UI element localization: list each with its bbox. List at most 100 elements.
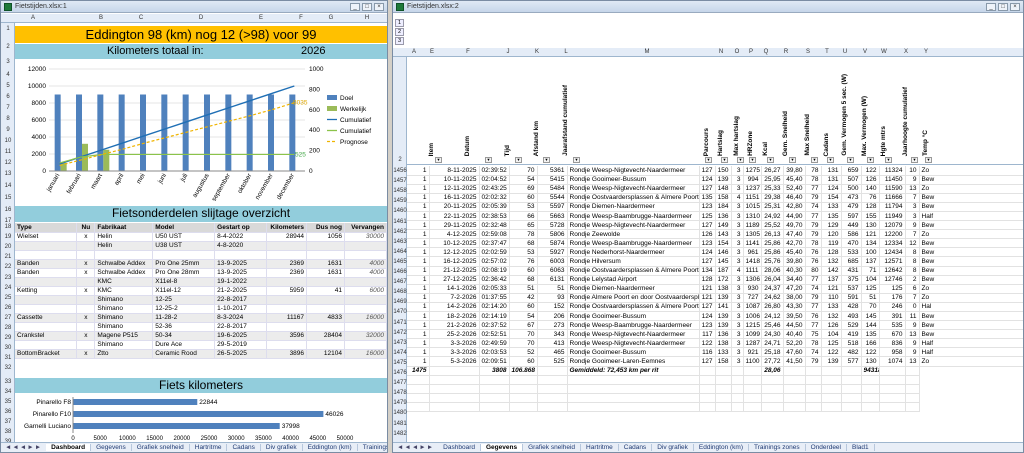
row-header-35[interactable]: 35 xyxy=(1,399,15,405)
column-header-G[interactable]: G xyxy=(321,15,341,21)
grid-cell[interactable]: Bew xyxy=(919,220,1023,231)
row-header-8[interactable]: 8 xyxy=(1,116,15,122)
grid-cell[interactable]: 3 xyxy=(731,229,744,240)
grid-cell[interactable]: 958 xyxy=(879,347,906,358)
grid-cell[interactable]: 1087 xyxy=(743,302,762,313)
parts-cell[interactable] xyxy=(344,241,387,251)
row-header-30[interactable]: 30 xyxy=(1,345,15,351)
grid-cell[interactable]: 78 xyxy=(509,229,538,240)
parts-cell[interactable]: Helin xyxy=(94,232,154,242)
parts-cell[interactable]: Gestart op xyxy=(214,223,268,233)
grid-cell[interactable]: 12200 xyxy=(879,229,906,240)
grid-cell[interactable] xyxy=(715,384,732,394)
grid-cell[interactable]: 1 xyxy=(407,247,430,258)
grid-cell[interactable]: 126 xyxy=(861,175,880,185)
grid-cell[interactable]: 3 xyxy=(731,302,744,313)
parts-cell[interactable]: 2369 xyxy=(266,259,308,269)
grid-cell[interactable]: 02:43:25 xyxy=(479,184,510,194)
grid-cell[interactable]: 685 xyxy=(841,256,862,267)
grid-cell[interactable]: 20-11-2025 xyxy=(429,202,480,212)
grid-cell[interactable]: Zo xyxy=(919,184,1023,194)
grid-cell[interactable]: 127 xyxy=(699,356,716,367)
grid-cell[interactable] xyxy=(879,402,906,413)
grid-cell[interactable]: 39,80 xyxy=(783,166,806,176)
parts-cell[interactable] xyxy=(344,340,387,350)
parts-cell[interactable]: 41 xyxy=(306,286,345,296)
grid-cell[interactable]: 02:14:19 xyxy=(479,311,510,322)
sheet-tab[interactable]: Cadans xyxy=(227,444,261,451)
parts-cell[interactable]: 19-6-2025 xyxy=(214,331,268,341)
column-header-S[interactable]: S xyxy=(797,49,819,55)
grid-cell[interactable]: 134 xyxy=(699,266,716,276)
grid-cell[interactable]: 1 xyxy=(407,275,430,285)
grid-cell[interactable]: 02:37:47 xyxy=(479,238,510,249)
parts-cell[interactable]: KMC xyxy=(94,277,154,287)
grid-cell[interactable] xyxy=(699,375,716,385)
grid-cell[interactable]: 70 xyxy=(509,166,538,176)
grid-cell[interactable]: 11949 xyxy=(879,211,906,222)
row-header-33[interactable]: 33 xyxy=(1,379,15,385)
grid-cell[interactable]: Rondje Weesp-Baambrugge-Naardermeer xyxy=(567,238,700,249)
grid-cell[interactable]: Rondje Weesp-Nigtevecht-Naardermeer xyxy=(567,220,700,231)
grid-cell[interactable] xyxy=(905,402,920,413)
grid-cell[interactable] xyxy=(805,384,822,394)
grid-cell[interactable]: 921 xyxy=(743,347,762,358)
grid-cell[interactable]: 9 xyxy=(905,175,920,185)
grid-cell[interactable] xyxy=(805,402,822,413)
grid-cell[interactable]: 431 xyxy=(841,266,862,276)
grid-cell[interactable]: 1 xyxy=(407,220,430,231)
grid-cell[interactable]: Rondje Weesp-Nigtevecht-Naardermeer xyxy=(567,338,700,349)
grid-cell[interactable]: 246 xyxy=(879,302,906,313)
row-header-5[interactable]: 5 xyxy=(1,83,15,89)
grid-cell[interactable]: 16-12-2025 xyxy=(429,256,480,267)
grid-cell[interactable]: 137 xyxy=(821,275,842,285)
grid-cell[interactable]: 02:08:19 xyxy=(479,266,510,276)
grid-cell[interactable]: 12571 xyxy=(879,256,906,267)
grid-cell[interactable]: 77 xyxy=(805,302,822,313)
grid-cell[interactable]: 391 xyxy=(879,311,906,322)
grid-cell[interactable] xyxy=(715,402,732,413)
sheet-tab[interactable]: Trainings zones xyxy=(749,444,806,451)
row-header-1481[interactable]: 1481 xyxy=(393,421,407,427)
row-header-1460[interactable]: 1460 xyxy=(393,208,407,214)
parts-cell[interactable]: Banden xyxy=(15,268,78,278)
grid-cell[interactable]: 79 xyxy=(805,193,822,203)
grid-cell[interactable]: 25,86 xyxy=(761,247,784,258)
row-header-1479[interactable]: 1479 xyxy=(393,400,407,406)
grid-cell[interactable]: 1 xyxy=(407,238,430,249)
grid-cell[interactable]: 134 xyxy=(861,238,880,249)
grid-cell[interactable]: 02:57:02 xyxy=(479,256,510,267)
parts-cell[interactable] xyxy=(15,277,78,287)
grid-cell[interactable]: 02:02:32 xyxy=(479,193,510,203)
row-header-1462[interactable]: 1462 xyxy=(393,229,407,235)
grid-cell[interactable]: 5484 xyxy=(537,184,568,194)
grid-cell[interactable] xyxy=(429,402,480,413)
row-header-36[interactable]: 36 xyxy=(1,409,15,415)
grid-cell[interactable]: 130 xyxy=(861,220,880,231)
grid-cell[interactable] xyxy=(509,384,538,394)
grid-cell[interactable]: 3 xyxy=(731,238,744,249)
parts-cell[interactable]: Dure Ace xyxy=(152,340,216,350)
grid-cell[interactable]: 44,50 xyxy=(783,320,806,331)
grid-cell[interactable]: 10-12-2025 xyxy=(429,238,480,249)
grid-cell[interactable]: 49,70 xyxy=(783,220,806,231)
grid-cell[interactable] xyxy=(861,393,880,403)
column-header-F[interactable]: F xyxy=(291,15,311,21)
grid-cell[interactable]: 149 xyxy=(715,220,732,231)
parts-cell[interactable]: Pro One 28mm xyxy=(152,268,216,278)
row-header-12[interactable]: 12 xyxy=(1,160,15,166)
grid-cell[interactable]: 1189 xyxy=(743,220,762,231)
grid-cell[interactable]: 145 xyxy=(715,256,732,267)
grid-cell[interactable]: 120 xyxy=(821,229,842,240)
parts-cell[interactable]: Shimano xyxy=(94,304,154,314)
grid-cell[interactable]: 127 xyxy=(699,256,716,267)
parts-cell[interactable]: 6000 xyxy=(344,286,387,296)
grid-cell[interactable]: 8-11-2025 xyxy=(429,166,480,176)
row-header-1463[interactable]: 1463 xyxy=(393,239,407,245)
parts-cell[interactable]: 3596 xyxy=(266,331,308,341)
grid-cell[interactable]: 12-11-2025 xyxy=(429,184,480,194)
grid-cell[interactable]: 127 xyxy=(699,220,716,231)
grid-cell[interactable] xyxy=(537,384,568,394)
grid-cell[interactable] xyxy=(567,384,700,394)
grid-cell[interactable]: 93 xyxy=(537,293,568,303)
